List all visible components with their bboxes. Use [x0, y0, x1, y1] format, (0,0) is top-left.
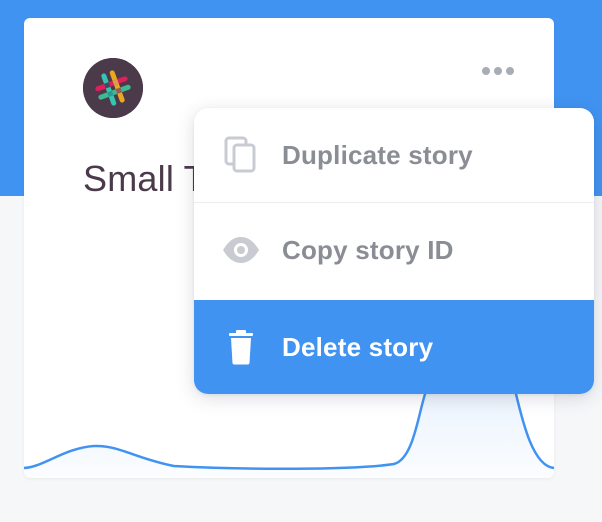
- more-options-button[interactable]: [476, 60, 520, 82]
- copy-icon: [220, 134, 262, 176]
- menu-item-copy-story-id[interactable]: Copy story ID: [194, 203, 594, 297]
- story-actions-menu: Duplicate story Copy story ID Delete sto…: [194, 108, 594, 394]
- menu-item-label: Duplicate story: [282, 139, 473, 170]
- menu-item-delete-story[interactable]: Delete story: [194, 300, 594, 394]
- more-horizontal-icon: [482, 67, 514, 75]
- menu-item-label: Copy story ID: [282, 234, 454, 265]
- slack-logo-icon: [83, 58, 143, 118]
- menu-item-label: Delete story: [282, 331, 434, 362]
- trash-icon: [220, 326, 262, 368]
- menu-item-duplicate-story[interactable]: Duplicate story: [194, 108, 594, 202]
- eye-icon: [220, 229, 262, 271]
- story-title: Small T: [83, 158, 206, 199]
